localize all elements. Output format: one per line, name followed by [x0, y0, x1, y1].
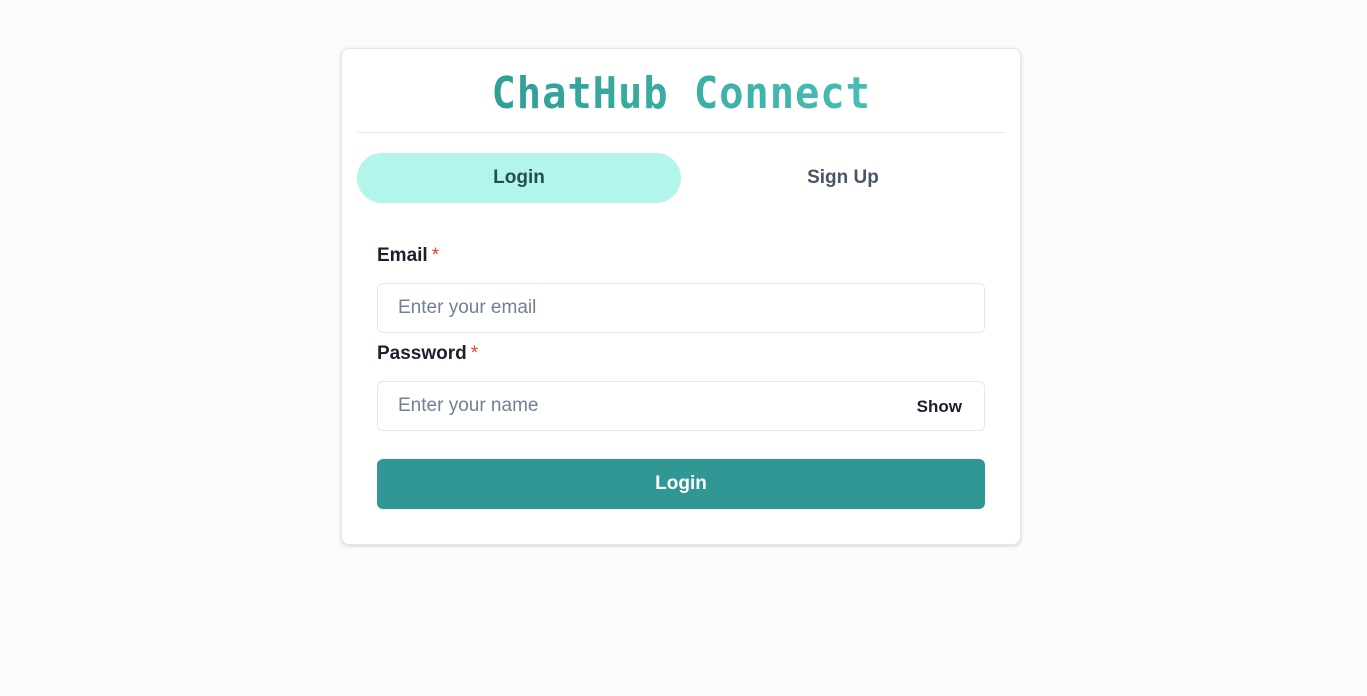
show-password-button[interactable]: Show: [907, 391, 972, 423]
password-field[interactable]: Enter your name Show: [377, 381, 985, 431]
email-label: Email *: [377, 244, 439, 268]
tab-sign-up[interactable]: Sign Up: [681, 153, 1005, 203]
auth-tabs: Login Sign Up: [357, 153, 1005, 203]
app-title: ChatHub Connect: [491, 68, 871, 119]
email-field[interactable]: Enter your email: [377, 283, 985, 333]
password-label-text: Password: [377, 343, 467, 364]
login-card: ChatHub Connect Login Sign Up Email * Ent…: [341, 48, 1021, 545]
email-label-text: Email: [377, 245, 428, 266]
header: ChatHub Connect: [357, 49, 1005, 133]
login-button[interactable]: Login: [377, 459, 985, 509]
email-required-mark: *: [431, 245, 440, 266]
password-label: Password *: [377, 342, 478, 366]
tab-login[interactable]: Login: [357, 153, 681, 203]
email-placeholder: Enter your email: [398, 297, 537, 318]
password-placeholder: Enter your name: [398, 395, 539, 416]
password-required-mark: *: [470, 343, 479, 364]
